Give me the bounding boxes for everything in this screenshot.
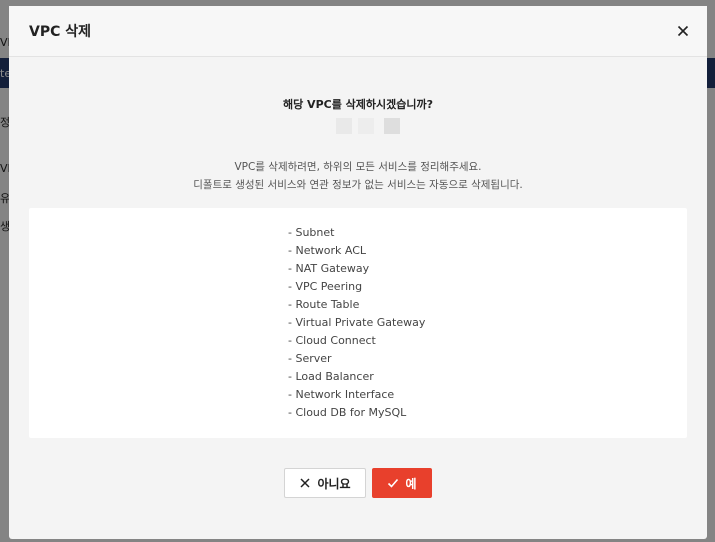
confirm-button[interactable]: 예 xyxy=(372,468,432,498)
confirm-button-label: 예 xyxy=(405,476,417,491)
service-list-box: - Subnet - Network ACL - NAT Gateway - V… xyxy=(29,208,687,438)
list-item: - NAT Gateway xyxy=(288,262,370,275)
list-item: - Subnet xyxy=(288,226,335,239)
dialog-description: VPC를 삭제하려면, 하위의 모든 서비스를 정리해주세요. 디폴트로 생성된… xyxy=(9,158,707,194)
confirm-question: 해당 VPC를 삭제하시겠습니까? xyxy=(282,98,433,111)
decorative-squares xyxy=(334,118,404,134)
list-item: - Network Interface xyxy=(288,388,395,401)
description-line: VPC를 삭제하려면, 하위의 모든 서비스를 정리해주세요. xyxy=(234,161,482,173)
list-item: - Route Table xyxy=(288,298,360,311)
decorative-square xyxy=(358,118,374,134)
list-item: - Cloud Connect xyxy=(288,334,376,347)
list-item: - VPC Peering xyxy=(288,280,363,293)
service-list: - Subnet - Network ACL - NAT Gateway - V… xyxy=(288,224,425,422)
list-item: - Server xyxy=(288,352,332,365)
close-button[interactable] xyxy=(673,21,693,41)
close-icon xyxy=(677,25,689,37)
cancel-button-label: 아니요 xyxy=(317,476,351,491)
delete-vpc-dialog: VPC 삭제 해당 VPC를 삭제하시겠습니까? VPC를 삭제하려면, 하위의… xyxy=(9,6,707,539)
list-item: - Cloud DB for MySQL xyxy=(288,406,407,419)
check-icon xyxy=(388,478,399,488)
dialog-title: VPC 삭제 xyxy=(29,24,92,40)
decorative-square xyxy=(384,118,400,134)
cancel-button[interactable]: 아니요 xyxy=(284,468,366,498)
decorative-square xyxy=(336,118,352,134)
list-item: - Network ACL xyxy=(288,244,367,257)
list-item: - Load Balancer xyxy=(288,370,374,383)
x-icon xyxy=(300,478,310,488)
list-item: - Virtual Private Gateway xyxy=(288,316,426,329)
dialog-header: VPC 삭제 xyxy=(9,6,707,57)
description-line: 디폴트로 생성된 서비스와 연관 정보가 없는 서비스는 자동으로 삭제됩니다. xyxy=(193,179,523,191)
